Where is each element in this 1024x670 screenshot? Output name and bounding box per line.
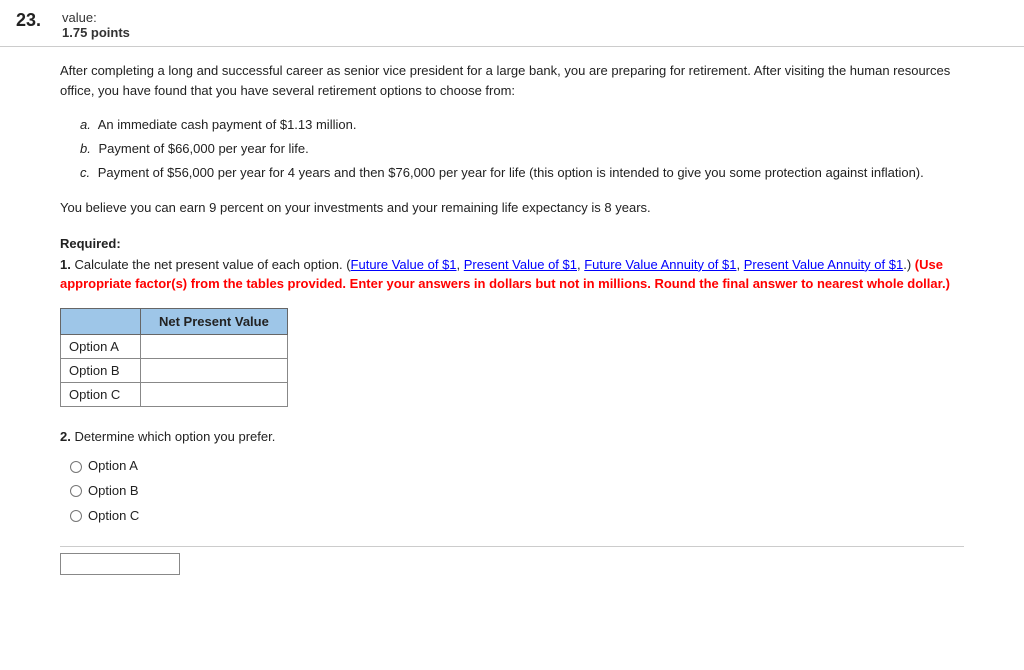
- table-cell-label-b: Option B: [61, 358, 141, 382]
- list-item: c. Payment of $56,000 per year for 4 yea…: [80, 162, 964, 184]
- npv-input-a[interactable]: [149, 339, 269, 354]
- list-item: a. An immediate cash payment of $1.13 mi…: [80, 114, 964, 136]
- npv-table: Net Present Value Option A Option B: [60, 308, 288, 407]
- intro-text: After completing a long and successful c…: [60, 61, 964, 100]
- radio-label-b: Option B: [88, 479, 139, 504]
- table-cell-value-b: [141, 358, 288, 382]
- required-instruction: 1. Calculate the net present value of ea…: [60, 255, 964, 294]
- required-label: Required:: [60, 236, 964, 251]
- table-row: Option C: [61, 382, 288, 406]
- bottom-bar: [60, 546, 964, 578]
- link-pv1[interactable]: Present Value of $1: [464, 257, 577, 272]
- radio-option-c[interactable]: Option C: [70, 504, 964, 529]
- section2-title: 2. Determine which option you prefer.: [60, 427, 964, 447]
- link-fv1[interactable]: Future Value of $1: [351, 257, 457, 272]
- instruction-part1: 1. Calculate the net present value of ea…: [60, 257, 351, 272]
- value-label: value:: [62, 10, 130, 25]
- required-section: Required: 1. Calculate the net present v…: [60, 236, 964, 294]
- question-meta: value: 1.75 points: [62, 10, 130, 40]
- table-cell-label-a: Option A: [61, 334, 141, 358]
- table-cell-label-c: Option C: [61, 382, 141, 406]
- table-cell-value-c: [141, 382, 288, 406]
- life-expectancy-text: You believe you can earn 9 percent on yo…: [60, 198, 964, 218]
- option-a-text: An immediate cash payment of $1.13 milli…: [98, 117, 357, 132]
- comma1: ,: [457, 257, 464, 272]
- table-header-npv: Net Present Value: [141, 308, 288, 334]
- radio-label-a: Option A: [88, 454, 138, 479]
- link-fva1[interactable]: Future Value Annuity of $1: [584, 257, 736, 272]
- table-row: Option B: [61, 358, 288, 382]
- radio-group: Option A Option B Option C: [70, 454, 964, 528]
- question-number: 23.: [16, 10, 52, 31]
- table-header-empty: [61, 308, 141, 334]
- section2: 2. Determine which option you prefer. Op…: [60, 427, 964, 529]
- link-pva1[interactable]: Present Value Annuity of $1: [744, 257, 903, 272]
- table-cell-value-a: [141, 334, 288, 358]
- npv-input-c[interactable]: [149, 387, 269, 402]
- options-list: a. An immediate cash payment of $1.13 mi…: [80, 114, 964, 184]
- bottom-input-box[interactable]: [60, 553, 180, 575]
- option-a-letter: a.: [80, 117, 91, 132]
- points-label: 1.75 points: [62, 25, 130, 40]
- radio-input-a[interactable]: [70, 461, 82, 473]
- option-c-text: Payment of $56,000 per year for 4 years …: [98, 165, 924, 180]
- instruction-part2: .): [903, 257, 915, 272]
- question-body: After completing a long and successful c…: [0, 47, 1024, 592]
- page: 23. value: 1.75 points After completing …: [0, 0, 1024, 670]
- radio-label-c: Option C: [88, 504, 139, 529]
- list-item: b. Payment of $66,000 per year for life.: [80, 138, 964, 160]
- option-b-text: Payment of $66,000 per year for life.: [98, 141, 308, 156]
- option-c-letter: c.: [80, 165, 90, 180]
- table-row: Option A: [61, 334, 288, 358]
- radio-input-b[interactable]: [70, 485, 82, 497]
- option-b-letter: b.: [80, 141, 91, 156]
- question-header: 23. value: 1.75 points: [0, 0, 1024, 47]
- comma3: ,: [736, 257, 743, 272]
- radio-option-b[interactable]: Option B: [70, 479, 964, 504]
- npv-input-b[interactable]: [149, 363, 269, 378]
- radio-option-a[interactable]: Option A: [70, 454, 964, 479]
- radio-input-c[interactable]: [70, 510, 82, 522]
